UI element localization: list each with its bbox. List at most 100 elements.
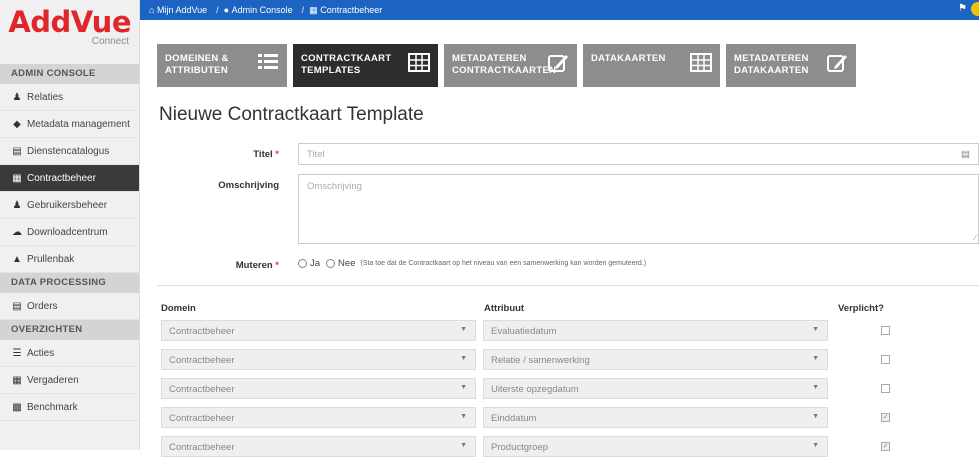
sidebar-item-label: Benchmark: [27, 401, 78, 413]
caret-down-icon: ▼: [460, 384, 467, 391]
tile-contractkaart[interactable]: CONTRACTKAART TEMPLATES: [293, 44, 438, 87]
verplicht-checkbox[interactable]: [881, 326, 890, 335]
megaphone-icon[interactable]: ⚑: [958, 3, 967, 14]
document-icon: ▤: [12, 300, 22, 312]
brand-name: AddVue: [8, 5, 131, 39]
verplicht-checkbox[interactable]: [881, 355, 890, 364]
sidebar-item-label: Vergaderen: [27, 374, 79, 386]
table-row: Contractbeheer ▼ Relatie / samenwerking ▼: [161, 349, 979, 371]
attribuut-value: Uiterste opzegdatum: [491, 384, 579, 395]
omschrijving-label: Omschrijving: [218, 180, 279, 191]
domein-select[interactable]: Contractbeheer ▼: [161, 407, 476, 428]
sidebar-section-header: DATA PROCESSING: [0, 273, 139, 293]
sidebar-item-label: Acties: [27, 347, 55, 359]
caret-down-icon: ▼: [812, 326, 819, 333]
domein-select[interactable]: Contractbeheer ▼: [161, 320, 476, 341]
domein-select[interactable]: Contractbeheer ▼: [161, 436, 476, 457]
book-icon: ▤: [12, 145, 22, 157]
attribuut-select[interactable]: Evaluatiedatum ▼: [483, 320, 828, 341]
tile-metadateren[interactable]: METADATEREN CONTRACTKAARTEN: [444, 44, 577, 87]
sidebar-item-benchmark[interactable]: ▩ Benchmark: [0, 394, 139, 421]
table-row: Contractbeheer ▼ Productgroep ▼ ✓: [161, 436, 979, 458]
domein-value: Contractbeheer: [169, 384, 235, 395]
radio-nee-label[interactable]: Nee: [338, 258, 355, 269]
caret-down-icon: ▼: [460, 355, 467, 362]
table-row: Contractbeheer ▼ Einddatum ▼ ✓: [161, 407, 979, 429]
radio-ja-label[interactable]: Ja: [310, 258, 320, 269]
attribuut-select[interactable]: Uiterste opzegdatum ▼: [483, 378, 828, 399]
sidebar-item-contractbeheer[interactable]: ▦ Contractbeheer: [0, 165, 139, 192]
domein-select[interactable]: Contractbeheer ▼: [161, 378, 476, 399]
trash-icon: ▲: [12, 253, 22, 265]
module-tiles: DOMEINEN & ATTRIBUTEN CONTRACTKAART TEMPLAT…: [157, 44, 862, 87]
table-row: Contractbeheer ▼ Uiterste opzegdatum ▼: [161, 378, 979, 400]
sidebar-item-label: Prullenbak: [27, 253, 75, 265]
caret-down-icon: ▼: [812, 355, 819, 362]
tile-metadateren[interactable]: METADATEREN DATAKAARTEN: [726, 44, 856, 87]
sidebar-item-orders[interactable]: ▤ Orders: [0, 293, 139, 320]
sidebar-item-dienstencatalogus[interactable]: ▤ Dienstencatalogus: [0, 138, 139, 165]
sidebar: AddVue Connect ADMIN CONSOLE ♟ Relaties ◆ Me…: [0, 0, 140, 450]
logo[interactable]: AddVue Connect: [0, 0, 139, 64]
domein-value: Contractbeheer: [169, 413, 235, 424]
radio-ja[interactable]: [298, 259, 307, 268]
sidebar-item-label: Contractbeheer: [27, 172, 96, 184]
omschrijving-textarea[interactable]: Omschrijving ∕: [298, 174, 979, 244]
muteren-label: Muteren *: [235, 260, 279, 271]
sidebar-item-label: Metadata management: [27, 118, 130, 130]
attribuut-value: Productgroep: [491, 442, 549, 453]
attribuut-value: Einddatum: [491, 413, 537, 424]
domein-select[interactable]: Contractbeheer ▼: [161, 349, 476, 370]
col-attribuut: Attribuut: [484, 303, 525, 314]
edit-icon: [547, 52, 569, 74]
caret-down-icon: ▼: [812, 442, 819, 449]
sidebar-section-header: OVERZICHTEN: [0, 320, 139, 340]
breadcrumb-home[interactable]: Mijn AddVue: [157, 5, 207, 15]
calendar-icon: ▦: [12, 374, 22, 386]
sidebar-item-relaties[interactable]: ♟ Relaties: [0, 84, 139, 111]
table-icon: [408, 52, 430, 74]
attribuut-value: Evaluatiedatum: [491, 326, 557, 337]
list-icon: ☰: [12, 347, 22, 359]
list-icon: [257, 52, 279, 74]
sidebar-item-gebruikersbeheer[interactable]: ♟ Gebruikersbeheer: [0, 192, 139, 219]
sidebar-item-acties[interactable]: ☰ Acties: [0, 340, 139, 367]
breadcrumb-admin[interactable]: Admin Console: [232, 5, 293, 15]
avatar[interactable]: [971, 2, 979, 16]
group-icon: ♟: [12, 199, 22, 211]
breadcrumb-current: Contractbeheer: [320, 5, 383, 15]
verplicht-checkbox[interactable]: ✓: [881, 413, 890, 422]
attribuut-select[interactable]: Productgroep ▼: [483, 436, 828, 457]
sidebar-item-label: Dienstencatalogus: [27, 145, 110, 157]
resize-handle-icon[interactable]: ∕: [975, 233, 976, 242]
attribuut-value: Relatie / samenwerking: [491, 355, 590, 366]
field-icon: ▤: [961, 149, 970, 160]
table-row: Contractbeheer ▼ Evaluatiedatum ▼: [161, 320, 979, 342]
attribuut-select[interactable]: Relatie / samenwerking ▼: [483, 349, 828, 370]
caret-down-icon: ▼: [460, 442, 467, 449]
sidebar-item-label: Orders: [27, 300, 58, 312]
table-icon: ▦: [309, 4, 318, 15]
chart-icon: ▩: [12, 401, 22, 413]
titel-label: Titel *: [253, 149, 279, 160]
domein-value: Contractbeheer: [169, 442, 235, 453]
table-icon: [690, 52, 712, 74]
attribuut-select[interactable]: Einddatum ▼: [483, 407, 828, 428]
radio-nee[interactable]: [326, 259, 336, 268]
table-icon: ▦: [12, 172, 22, 184]
sidebar-item-vergaderen[interactable]: ▦ Vergaderen: [0, 367, 139, 394]
sidebar-item-prullenbak[interactable]: ▲ Prullenbak: [0, 246, 139, 273]
verplicht-checkbox[interactable]: [881, 384, 890, 393]
tile-domeinen[interactable]: DOMEINEN & ATTRIBUTEN: [157, 44, 287, 87]
sidebar-item-label: Gebruikersbeheer: [27, 199, 108, 211]
tile-datakaarten[interactable]: DATAKAARTEN: [583, 44, 720, 87]
titel-input[interactable]: Titel ▤: [298, 143, 979, 165]
caret-down-icon: ▼: [812, 413, 819, 420]
sidebar-item-metadata-management[interactable]: ◆ Metadata management: [0, 111, 139, 138]
edit-icon: [826, 52, 848, 74]
breadcrumb: ⌂ Mijn AddVue / ● Admin Console / ▦ Cont…: [140, 0, 979, 20]
divider: [157, 285, 979, 286]
users-icon: ♟: [12, 91, 22, 103]
sidebar-item-downloadcentrum[interactable]: ☁ Downloadcentrum: [0, 219, 139, 246]
sidebar-item-label: Downloadcentrum: [27, 226, 108, 238]
